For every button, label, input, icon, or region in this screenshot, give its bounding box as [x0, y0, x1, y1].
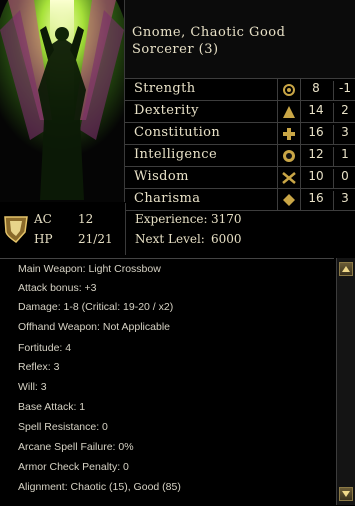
character-header: Gnome, Chaotic Good Sorcerer (3): [125, 0, 355, 78]
character-portrait: [0, 0, 125, 202]
detail-value: 0%: [118, 441, 134, 453]
ability-modifier: 0: [333, 169, 355, 188]
next-level-label: Next Level:: [135, 232, 205, 246]
detail-label: Attack bonus:: [18, 282, 82, 294]
experience-value: 3170: [211, 212, 242, 226]
list-item: Reflex: 3: [18, 361, 59, 373]
hp-label: HP: [34, 232, 53, 246]
detail-label: Damage:: [18, 301, 61, 313]
ability-modifier: 3: [333, 125, 355, 144]
experience-summary: Experience: 3170 Next Level: 6000: [125, 203, 355, 255]
list-item: Will: 3: [18, 381, 47, 393]
intelligence-icon: [277, 145, 301, 166]
ability-modifier: -1: [333, 81, 355, 100]
ability-row-wisdom: Wisdom 10 0: [125, 166, 355, 188]
detail-value: 0: [123, 461, 129, 473]
ability-row-constitution: Constitution 16 3: [125, 122, 355, 144]
detail-value: Chaotic (15), Good (85): [70, 481, 181, 493]
detail-label: Base Attack:: [18, 401, 77, 413]
ability-row-dexterity: Dexterity 14 2: [125, 100, 355, 122]
ability-name: Intelligence: [134, 147, 218, 162]
ability-scores-table: Strength 8 -1 Dexterity 14 2 Constitutio…: [125, 78, 355, 211]
list-item: Fortitude: 4: [18, 342, 71, 354]
strength-icon: [277, 79, 301, 100]
list-item: Armor Check Penalty: 0: [18, 461, 129, 473]
detail-value: 1-8 (Critical: 19-20 / x2): [63, 301, 174, 313]
class-level-label: Sorcerer (3): [132, 42, 219, 57]
ability-score: 12: [308, 147, 324, 161]
ability-row-intelligence: Intelligence 12 1: [125, 144, 355, 166]
hp-value: 21/21: [78, 232, 113, 246]
ability-score: 8: [312, 81, 320, 95]
ability-score: 16: [308, 125, 324, 139]
ability-modifier: 1: [333, 147, 355, 166]
list-item: Attack bonus: +3: [18, 282, 97, 294]
wisdom-icon: [277, 167, 301, 188]
detail-value: 0: [102, 421, 108, 433]
detail-label: Fortitude:: [18, 342, 63, 354]
ability-score: 10: [308, 169, 324, 183]
arrow-up-icon: [342, 266, 350, 272]
details-scrollbar[interactable]: [336, 258, 355, 505]
list-item: Offhand Weapon: Not Applicable: [18, 321, 170, 333]
detail-value: 3: [40, 381, 47, 393]
detail-value: Light Crossbow: [88, 263, 161, 275]
detail-label: Armor Check Penalty:: [18, 461, 121, 473]
detail-label: Offhand Weapon:: [18, 321, 100, 333]
ac-value: 12: [78, 212, 94, 226]
ac-label: AC: [34, 212, 52, 226]
detail-label: Main Weapon:: [18, 263, 86, 275]
detail-value: 4: [65, 342, 72, 354]
detail-label: Will:: [18, 381, 38, 393]
ability-name: Wisdom: [134, 169, 189, 184]
detail-label: Alignment:: [18, 481, 68, 493]
scroll-down-button[interactable]: [339, 487, 353, 501]
race-alignment-label: Gnome, Chaotic Good: [132, 25, 286, 40]
scroll-up-button[interactable]: [339, 262, 353, 276]
detail-label: Spell Resistance:: [18, 421, 100, 433]
ability-name: Dexterity: [134, 103, 199, 118]
detail-value: 1: [79, 401, 86, 413]
detail-label: Arcane Spell Failure:: [18, 441, 116, 453]
ability-row-strength: Strength 8 -1: [125, 78, 355, 100]
list-item: Base Attack: 1: [18, 401, 85, 413]
character-details-list[interactable]: Main Weapon: Light Crossbow Attack bonus…: [0, 258, 334, 506]
list-item: Arcane Spell Failure: 0%: [18, 441, 134, 453]
constitution-icon: [277, 123, 301, 144]
ability-modifier: 2: [333, 103, 355, 122]
list-item: Spell Resistance: 0: [18, 421, 108, 433]
experience-label: Experience:: [135, 212, 208, 226]
detail-value: 3: [53, 361, 60, 373]
ability-name: Strength: [134, 81, 196, 96]
ability-score: 14: [308, 103, 324, 117]
list-item: Damage: 1-8 (Critical: 19-20 / x2): [18, 301, 173, 313]
shield-icon: [3, 214, 29, 248]
ability-name: Constitution: [134, 125, 221, 140]
combat-summary: AC 12 HP 21/21: [0, 203, 124, 255]
dexterity-icon: [277, 101, 301, 122]
list-item: Alignment: Chaotic (15), Good (85): [18, 481, 181, 493]
detail-value: Not Applicable: [102, 321, 170, 333]
arrow-down-icon: [342, 491, 350, 497]
detail-label: Reflex:: [18, 361, 51, 373]
list-item: Main Weapon: Light Crossbow: [18, 263, 161, 275]
detail-value: +3: [84, 282, 97, 294]
next-level-value: 6000: [211, 232, 242, 246]
